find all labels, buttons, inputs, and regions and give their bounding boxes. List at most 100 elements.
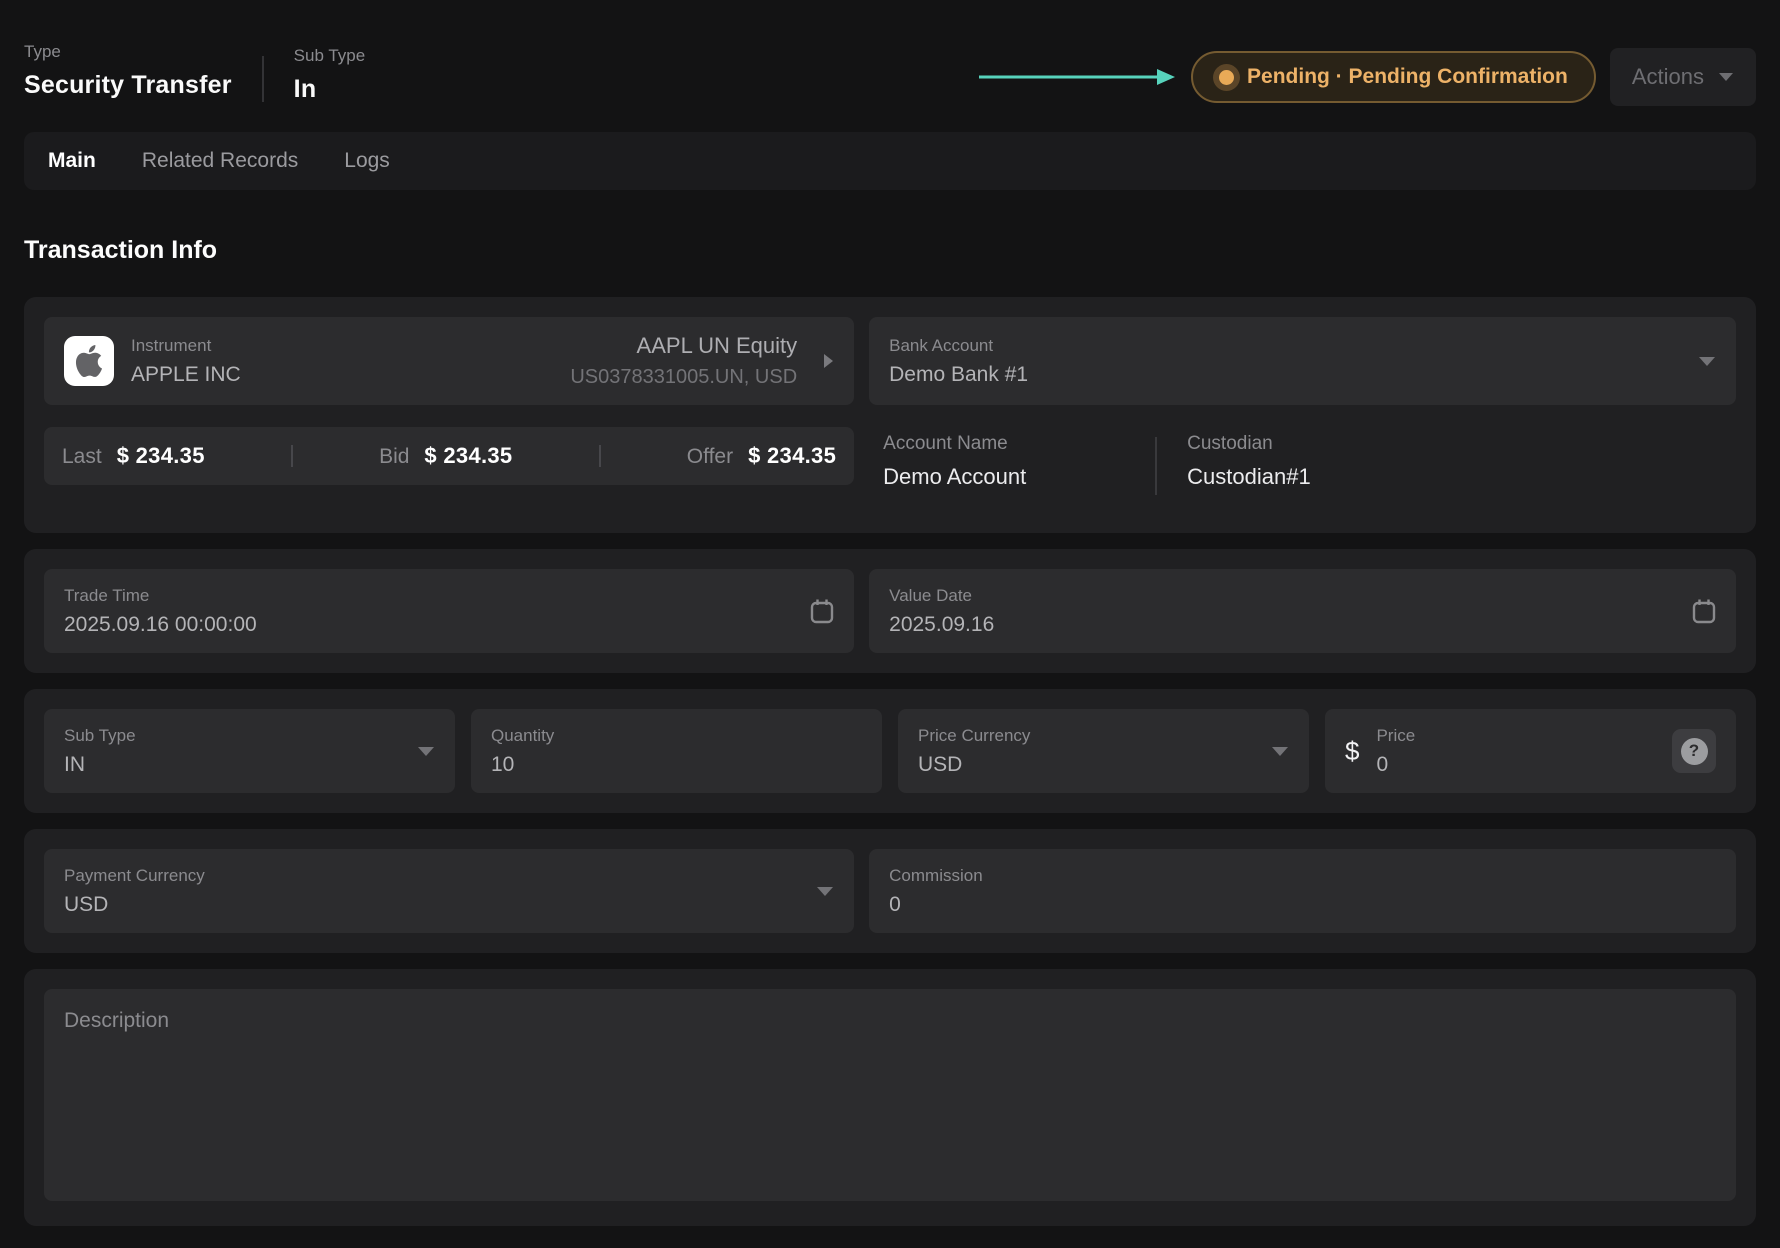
bank-column: Bank Account Demo Bank #1 Account Name D… — [869, 317, 1736, 495]
quantity-label: Quantity — [491, 726, 554, 746]
quote-bar: Last $ 234.35 Bid $ 234.35 Offer $ 234.3… — [44, 427, 854, 485]
payment-currency-select[interactable]: Payment Currency USD — [44, 849, 854, 933]
apple-icon — [73, 345, 105, 377]
chevron-down-icon — [1698, 356, 1716, 367]
value-date-field[interactable]: Value Date 2025.09.16 — [869, 569, 1736, 653]
type-label: Type — [24, 42, 232, 62]
tab-related-records[interactable]: Related Records — [142, 149, 298, 173]
description-input[interactable] — [44, 989, 1736, 1201]
price-label: Price — [1376, 726, 1415, 746]
commission-group: Commission 0 — [889, 866, 983, 917]
quote-separator — [599, 445, 601, 467]
sub-type-group: Sub Type IN — [64, 726, 136, 777]
calendar-icon — [1692, 598, 1716, 624]
quote-bid: Bid $ 234.35 — [379, 443, 512, 469]
quote-offer: Offer $ 234.35 — [687, 443, 836, 469]
price-currency-value: USD — [918, 753, 1030, 777]
quote-offer-label: Offer — [687, 445, 733, 469]
trade-time-label: Trade Time — [64, 586, 257, 606]
instrument-label-group: Instrument APPLE INC — [131, 336, 241, 387]
annotation-arrow-icon — [977, 65, 1177, 89]
value-date-label: Value Date — [889, 586, 994, 606]
commission-field[interactable]: Commission 0 — [869, 849, 1736, 933]
subtype-group: Sub Type In — [294, 46, 366, 104]
header-title-group: Type Security Transfer Sub Type In — [24, 42, 365, 104]
trade-time-group: Trade Time 2025.09.16 00:00:00 — [64, 586, 257, 637]
quote-offer-value: $ 234.35 — [748, 443, 836, 469]
type-group: Type Security Transfer — [24, 42, 232, 104]
commission-value: 0 — [889, 893, 983, 917]
value-date-value: 2025.09.16 — [889, 613, 994, 637]
chevron-down-icon — [417, 746, 435, 757]
price-currency-label: Price Currency — [918, 726, 1030, 746]
custodian-group: Custodian Custodian#1 — [1157, 433, 1311, 490]
type-value: Security Transfer — [24, 71, 232, 100]
payment-currency-group: Payment Currency USD — [64, 866, 205, 917]
price-currency-select[interactable]: Price Currency USD — [898, 709, 1309, 793]
instrument-logo-badge — [64, 336, 114, 386]
subtype-label: Sub Type — [294, 46, 366, 66]
sub-type-value: IN — [64, 753, 136, 777]
actions-button[interactable]: Actions — [1610, 48, 1756, 106]
price-help-button[interactable]: ? — [1672, 729, 1716, 773]
dates-card: Trade Time 2025.09.16 00:00:00 Value Dat… — [24, 549, 1756, 673]
quote-last-label: Last — [62, 445, 102, 469]
tab-bar: Main Related Records Logs — [24, 132, 1756, 190]
instrument-name: APPLE INC — [131, 363, 241, 387]
section-title: Transaction Info — [24, 236, 1756, 265]
quote-bid-value: $ 234.35 — [424, 443, 512, 469]
quote-bid-label: Bid — [379, 445, 409, 469]
trade-time-field[interactable]: Trade Time 2025.09.16 00:00:00 — [44, 569, 854, 653]
commission-label: Commission — [889, 866, 983, 886]
account-name-label: Account Name — [883, 433, 1155, 455]
header-actions-group: Pending · Pending Confirmation Actions — [977, 48, 1756, 106]
sub-type-select[interactable]: Sub Type IN — [44, 709, 455, 793]
tab-main[interactable]: Main — [48, 149, 96, 173]
chevron-down-icon — [1718, 72, 1734, 82]
instrument-details: AAPL UN Equity US0378331005.UN, USD — [570, 333, 797, 389]
quantity-value: 10 — [491, 753, 554, 777]
value-date-group: Value Date 2025.09.16 — [889, 586, 994, 637]
amounts-card: Sub Type IN Quantity 10 Price Currency U… — [24, 689, 1756, 813]
quantity-group: Quantity 10 — [491, 726, 554, 777]
bank-account-label: Bank Account — [889, 336, 1028, 356]
account-name-value: Demo Account — [883, 464, 1155, 490]
instrument-bank-card: Instrument APPLE INC AAPL UN Equity US03… — [24, 297, 1756, 533]
subtype-value: In — [294, 75, 366, 104]
account-name-group: Account Name Demo Account — [883, 433, 1155, 490]
instrument-label: Instrument — [131, 336, 241, 356]
status-badge[interactable]: Pending · Pending Confirmation — [1191, 51, 1596, 103]
chevron-right-icon — [822, 352, 834, 370]
description-card — [24, 969, 1756, 1226]
quote-separator — [291, 445, 293, 467]
bank-account-value: Demo Bank #1 — [889, 363, 1028, 387]
payment-currency-label: Payment Currency — [64, 866, 205, 886]
dollar-prefix: $ — [1345, 736, 1359, 767]
price-field[interactable]: $ Price 0 ? — [1325, 709, 1736, 793]
chevron-down-icon — [1271, 746, 1289, 757]
instrument-field[interactable]: Instrument APPLE INC AAPL UN Equity US03… — [44, 317, 854, 405]
page-header: Type Security Transfer Sub Type In Pendi… — [24, 0, 1756, 106]
quantity-field[interactable]: Quantity 10 — [471, 709, 882, 793]
price-group: Price 0 — [1376, 726, 1415, 777]
chevron-down-icon — [816, 886, 834, 897]
bank-account-select[interactable]: Bank Account Demo Bank #1 — [869, 317, 1736, 405]
instrument-ticker: AAPL UN Equity — [570, 333, 797, 359]
payment-currency-value: USD — [64, 893, 205, 917]
help-icon: ? — [1681, 738, 1708, 765]
account-custodian-row: Account Name Demo Account Custodian Cust… — [869, 433, 1736, 495]
quote-last-value: $ 234.35 — [117, 443, 205, 469]
quote-last: Last $ 234.35 — [62, 443, 205, 469]
sub-type-label: Sub Type — [64, 726, 136, 746]
custodian-value: Custodian#1 — [1187, 464, 1311, 490]
bank-account-group: Bank Account Demo Bank #1 — [889, 336, 1028, 387]
tab-logs[interactable]: Logs — [344, 149, 390, 173]
custodian-label: Custodian — [1187, 433, 1311, 455]
price-value: 0 — [1376, 753, 1415, 777]
price-currency-group: Price Currency USD — [918, 726, 1030, 777]
transaction-detail-page: Type Security Transfer Sub Type In Pendi… — [0, 0, 1780, 1248]
header-divider — [262, 56, 264, 102]
instrument-identifier: US0378331005.UN, USD — [570, 366, 797, 389]
calendar-icon — [810, 598, 834, 624]
payment-card: Payment Currency USD Commission 0 — [24, 829, 1756, 953]
